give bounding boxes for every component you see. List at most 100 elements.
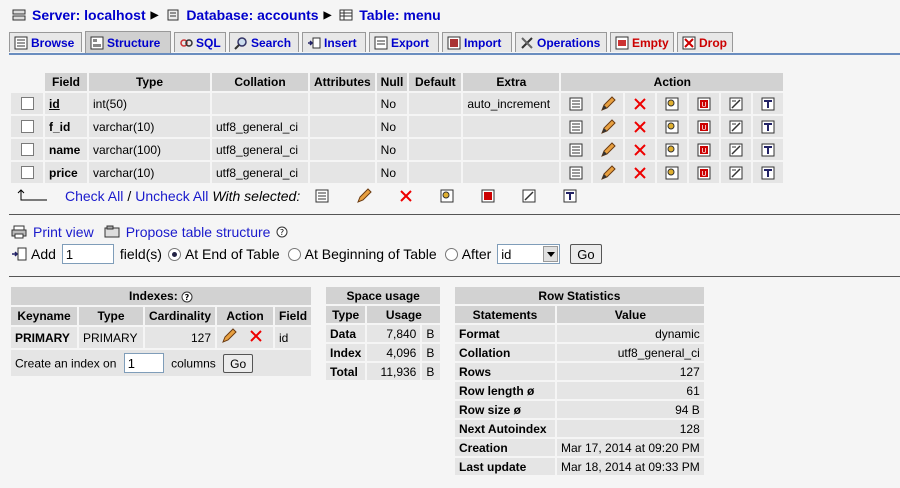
edit-pencil-icon[interactable] <box>221 328 237 344</box>
space-usage-title: Space usage <box>326 287 441 304</box>
col-action: Action <box>561 73 784 91</box>
after-field-select[interactable]: id <box>497 244 561 264</box>
radio-after[interactable]: After <box>444 246 491 262</box>
create-index-count-input[interactable] <box>123 353 164 373</box>
unique-selected-icon[interactable] <box>481 189 495 203</box>
cell-null: No <box>376 116 408 137</box>
tab-import[interactable]: Import <box>442 32 512 52</box>
svg-text:?: ? <box>280 228 284 237</box>
cell-default <box>409 116 462 137</box>
tab-insert[interactable]: Insert <box>302 32 366 52</box>
delete-x-icon[interactable] <box>625 93 656 114</box>
table-row: Index 4,096 B <box>326 344 441 361</box>
primary-key-icon[interactable] <box>657 162 688 183</box>
browse-distinct-icon[interactable] <box>561 139 592 160</box>
index-icon[interactable] <box>721 162 752 183</box>
server-link[interactable]: Server: localhost <box>32 7 146 23</box>
check-all-link[interactable]: Check All <box>65 188 123 204</box>
row-checkbox[interactable] <box>20 97 34 110</box>
delete-x-icon[interactable] <box>249 329 263 343</box>
unique-icon[interactable]: U <box>689 162 720 183</box>
indexes-title: Indexes: ? <box>11 287 312 305</box>
row-checkbox[interactable] <box>20 143 34 156</box>
cell-collation: utf8_general_ci <box>212 139 308 160</box>
fulltext-icon[interactable] <box>753 93 784 114</box>
table-link[interactable]: Table: menu <box>359 7 440 23</box>
propose-structure-link[interactable]: Propose table structure <box>126 224 271 240</box>
radio-at-beginning[interactable]: At Beginning of Table <box>287 246 437 262</box>
breadcrumb: Server: localhost ▶ Database: accounts ▶… <box>12 6 441 24</box>
index-icon[interactable] <box>721 93 752 114</box>
add-fields-bar: Add field(s) At End of Table At Beginnin… <box>11 244 602 264</box>
help-icon[interactable]: ? <box>276 226 288 238</box>
edit-pencil-icon[interactable] <box>593 93 624 114</box>
row-checkbox[interactable] <box>20 120 34 133</box>
col-type: Type <box>89 73 210 91</box>
fulltext-icon[interactable] <box>753 116 784 137</box>
row-statistics-table: Row Statistics Statements Value Format dy… <box>453 285 706 477</box>
browse-distinct-icon[interactable] <box>561 162 592 183</box>
import-icon <box>447 36 461 50</box>
help-icon[interactable]: ? <box>181 291 193 303</box>
cell-type: int(50) <box>89 93 210 114</box>
index-icon[interactable] <box>721 139 752 160</box>
browse-icon <box>14 36 28 50</box>
search-icon <box>234 36 248 50</box>
fulltext-selected-icon[interactable] <box>563 189 577 203</box>
browse-distinct-icon[interactable] <box>561 93 592 114</box>
export-icon <box>374 36 388 50</box>
unique-icon[interactable]: U <box>689 116 720 137</box>
delete-x-icon[interactable] <box>625 139 656 160</box>
index-selected-icon[interactable] <box>522 189 536 203</box>
radio-at-end[interactable]: At End of Table <box>167 246 280 262</box>
table-row: Row size ø 94 B <box>455 401 704 418</box>
unique-icon[interactable]: U <box>689 139 720 160</box>
cell-collation: utf8_general_ci <box>212 116 308 137</box>
browse-selected-icon[interactable] <box>315 189 329 203</box>
tab-export[interactable]: Export <box>369 32 439 52</box>
uncheck-all-link[interactable]: Uncheck All <box>135 188 208 204</box>
browse-distinct-icon[interactable] <box>561 116 592 137</box>
delete-x-icon[interactable] <box>625 116 656 137</box>
cell-attributes <box>310 139 375 160</box>
svg-text:?: ? <box>185 293 190 302</box>
tab-drop[interactable]: Drop <box>677 32 733 52</box>
edit-pencil-icon[interactable] <box>593 116 624 137</box>
table-row: Creation Mar 17, 2014 at 09:20 PM <box>455 439 704 456</box>
database-link[interactable]: Database: accounts <box>186 7 318 23</box>
row-checkbox[interactable] <box>20 166 34 179</box>
index-icon[interactable] <box>721 116 752 137</box>
operations-icon <box>520 36 534 50</box>
table-row: Row length ø 61 <box>455 382 704 399</box>
tab-operations[interactable]: Operations <box>515 32 607 52</box>
create-index-go-button[interactable]: Go <box>223 354 254 373</box>
add-fields-go-button[interactable]: Go <box>570 244 602 264</box>
tab-structure[interactable]: Structure <box>85 31 171 53</box>
primary-key-icon[interactable] <box>657 116 688 137</box>
fulltext-icon[interactable] <box>753 162 784 183</box>
add-field-count-input[interactable] <box>61 244 114 264</box>
unique-icon[interactable]: U <box>689 93 720 114</box>
sql-icon <box>179 36 193 50</box>
table-row: Format dynamic <box>455 325 704 342</box>
primary-key-icon[interactable] <box>657 93 688 114</box>
structure-header-row: Field Type Collation Attributes Null Def… <box>11 73 784 91</box>
edit-pencil-icon[interactable] <box>593 139 624 160</box>
col-extra: Extra <box>463 73 560 91</box>
table-row: Total 11,936 B <box>326 363 441 380</box>
table-row: f_id varchar(10) utf8_general_ci No U <box>11 116 784 137</box>
table-row: Last update Mar 18, 2014 at 09:33 PM <box>455 458 704 475</box>
edit-pencil-icon[interactable] <box>593 162 624 183</box>
fulltext-icon[interactable] <box>753 139 784 160</box>
print-view-link[interactable]: Print view <box>33 224 94 240</box>
tab-browse[interactable]: Browse <box>9 32 82 52</box>
tab-search[interactable]: Search <box>229 32 299 52</box>
primary-key-icon[interactable] <box>657 139 688 160</box>
tab-sql[interactable]: SQL <box>174 32 226 52</box>
edit-selected-icon[interactable] <box>356 188 372 204</box>
primary-selected-icon[interactable] <box>440 189 454 203</box>
tab-empty[interactable]: Empty <box>610 32 674 52</box>
delete-selected-icon[interactable] <box>399 189 413 203</box>
table-row: PRIMARY PRIMARY 127 id <box>11 327 312 348</box>
delete-x-icon[interactable] <box>625 162 656 183</box>
